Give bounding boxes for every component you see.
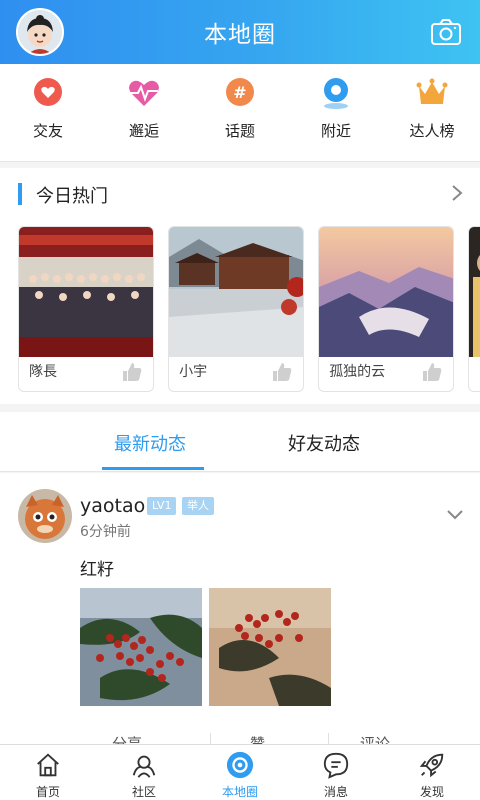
nav-label: 发现: [419, 785, 444, 799]
post-username[interactable]: yaotao: [80, 495, 145, 517]
app-header: 本地圈: [0, 0, 480, 64]
hot-today-section: 今日热门 隊長 小宇 孤独的云: [0, 168, 480, 404]
thumbs-up-icon[interactable]: [271, 361, 293, 383]
category-making-friends[interactable]: 交友: [0, 64, 96, 161]
active-tab-indicator: [102, 467, 204, 470]
rocket-icon: [419, 753, 444, 778]
nav-community[interactable]: 社区: [96, 745, 192, 800]
card-username: 隊長: [29, 364, 57, 380]
post-author-avatar[interactable]: [18, 489, 72, 543]
section-title: 今日热门: [36, 186, 108, 207]
portrait-photo-image: [469, 227, 480, 357]
hot-card[interactable]: 飞: [468, 226, 480, 392]
thumbs-up-icon[interactable]: [121, 361, 143, 383]
nav-local-circle[interactable]: 本地圈: [192, 745, 288, 800]
post-time: 6分钟前: [80, 524, 131, 540]
camera-icon[interactable]: [430, 16, 462, 48]
tab-friends[interactable]: 好友动态: [288, 430, 360, 456]
category-encounter[interactable]: 邂逅: [96, 64, 192, 161]
temple-photo-image: [169, 227, 304, 357]
card-username: 孤独的云: [329, 364, 386, 380]
tab-latest[interactable]: 最新动态: [114, 430, 186, 456]
post-image[interactable]: [209, 588, 331, 706]
svg-text:#: #: [233, 83, 246, 102]
category-label: 邂逅: [128, 122, 159, 140]
post-image[interactable]: [80, 588, 202, 706]
local-circle-icon: [226, 751, 254, 779]
heartbeat-icon: [129, 80, 159, 106]
category-ranking[interactable]: 达人榜: [384, 64, 480, 161]
nav-label: 社区: [131, 785, 156, 799]
category-topics[interactable]: # 话题: [192, 64, 288, 161]
bottom-nav: 首页 社区 本地圈 消息 发现: [0, 744, 480, 800]
category-label: 话题: [224, 122, 255, 140]
hot-card[interactable]: 隊長: [18, 226, 154, 392]
community-icon: [132, 755, 156, 778]
feed-list: yaotao LV1 举人 6分钟前 红籽 分享 赞 评论: [0, 473, 480, 745]
feed-tabs: 最新动态 好友动态: [0, 412, 480, 472]
category-bar: 交友 邂逅 # 话题 附近 达人榜: [0, 64, 480, 162]
thumbs-up-icon[interactable]: [421, 361, 443, 383]
group-photo-image: [19, 227, 153, 357]
page-title: 本地圈: [204, 22, 276, 48]
nav-label: 消息: [323, 785, 348, 799]
level-badge: LV1: [147, 497, 177, 515]
section-accent-bar: [18, 183, 22, 205]
hot-card[interactable]: 孤独的云: [318, 226, 455, 392]
role-badge: 举人: [182, 497, 214, 515]
home-icon: [37, 753, 59, 777]
user-avatar[interactable]: [16, 8, 64, 56]
post-actions: 分享 赞 评论: [0, 725, 480, 745]
location-icon: [324, 78, 348, 109]
category-label: 交友: [32, 122, 63, 140]
hot-card-list: 隊長 小宇 孤独的云: [18, 226, 480, 394]
nav-home[interactable]: 首页: [0, 745, 96, 800]
post-text: 红籽: [80, 560, 114, 580]
crown-icon: [416, 78, 448, 104]
landscape-photo-image: [319, 227, 454, 357]
category-label: 达人榜: [409, 122, 455, 140]
category-label: 附近: [320, 122, 351, 140]
nav-messages[interactable]: 消息: [288, 745, 384, 800]
card-username: 小宇: [179, 364, 208, 380]
hot-card[interactable]: 小宇: [168, 226, 305, 392]
section-header: 今日热门: [0, 180, 480, 210]
category-nearby[interactable]: 附近: [288, 64, 384, 161]
nav-label: 首页: [35, 785, 60, 799]
message-icon: [323, 752, 349, 779]
nav-label: 本地圈: [221, 785, 258, 799]
nav-discover[interactable]: 发现: [384, 745, 480, 800]
hashtag-icon: #: [226, 78, 254, 106]
heart-chat-icon: [34, 78, 62, 106]
chevron-down-icon[interactable]: [446, 509, 464, 521]
chevron-right-icon[interactable]: [450, 182, 464, 204]
